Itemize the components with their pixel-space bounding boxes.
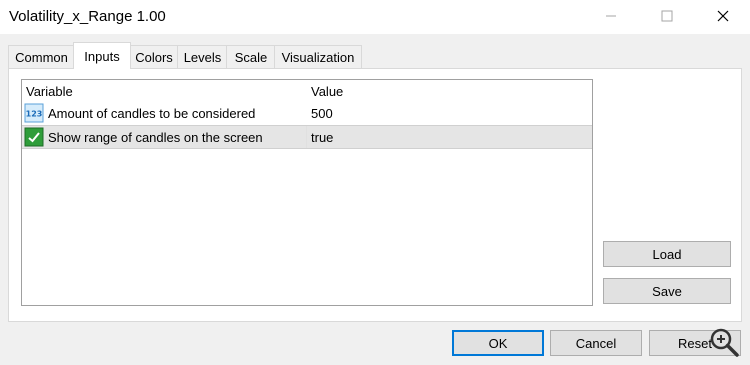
save-button[interactable]: Save (603, 278, 731, 304)
minimize-icon (606, 15, 616, 17)
load-button[interactable]: Load (603, 241, 731, 267)
value-cell[interactable]: true (311, 130, 333, 145)
tab-colors[interactable]: Colors (129, 45, 179, 68)
maximize-icon (661, 10, 673, 22)
table-row[interactable]: Show range of candles on the screen true (22, 125, 592, 149)
column-separator (306, 126, 307, 148)
integer-icon: 123 (24, 103, 44, 123)
column-header-variable[interactable]: Variable (26, 84, 73, 99)
tab-visualization[interactable]: Visualization (274, 45, 362, 68)
svg-text:123: 123 (26, 110, 43, 119)
tab-scale[interactable]: Scale (226, 45, 276, 68)
grid-header: Variable Value (22, 80, 592, 102)
inputs-grid[interactable]: Variable Value 123 Amount of candles to … (21, 79, 593, 306)
title-bar: Volatility_x_Range 1.00 (0, 0, 750, 34)
zoom-icon[interactable] (706, 324, 742, 360)
ok-button[interactable]: OK (452, 330, 544, 356)
tab-common[interactable]: Common (8, 45, 75, 68)
variable-cell: Show range of candles on the screen (48, 130, 263, 145)
minimize-button[interactable] (588, 0, 634, 32)
maximize-button[interactable] (644, 0, 690, 32)
value-cell[interactable]: 500 (311, 106, 333, 121)
close-icon (717, 10, 729, 22)
cancel-button[interactable]: Cancel (550, 330, 642, 356)
table-row[interactable]: 123 Amount of candles to be considered 5… (22, 102, 592, 126)
boolean-icon (24, 127, 44, 147)
close-button[interactable] (700, 0, 746, 32)
tab-levels[interactable]: Levels (177, 45, 228, 68)
column-header-value[interactable]: Value (311, 84, 343, 99)
tab-inputs[interactable]: Inputs (73, 42, 131, 69)
window-title: Volatility_x_Range 1.00 (9, 8, 166, 25)
variable-cell: Amount of candles to be considered (48, 106, 256, 121)
